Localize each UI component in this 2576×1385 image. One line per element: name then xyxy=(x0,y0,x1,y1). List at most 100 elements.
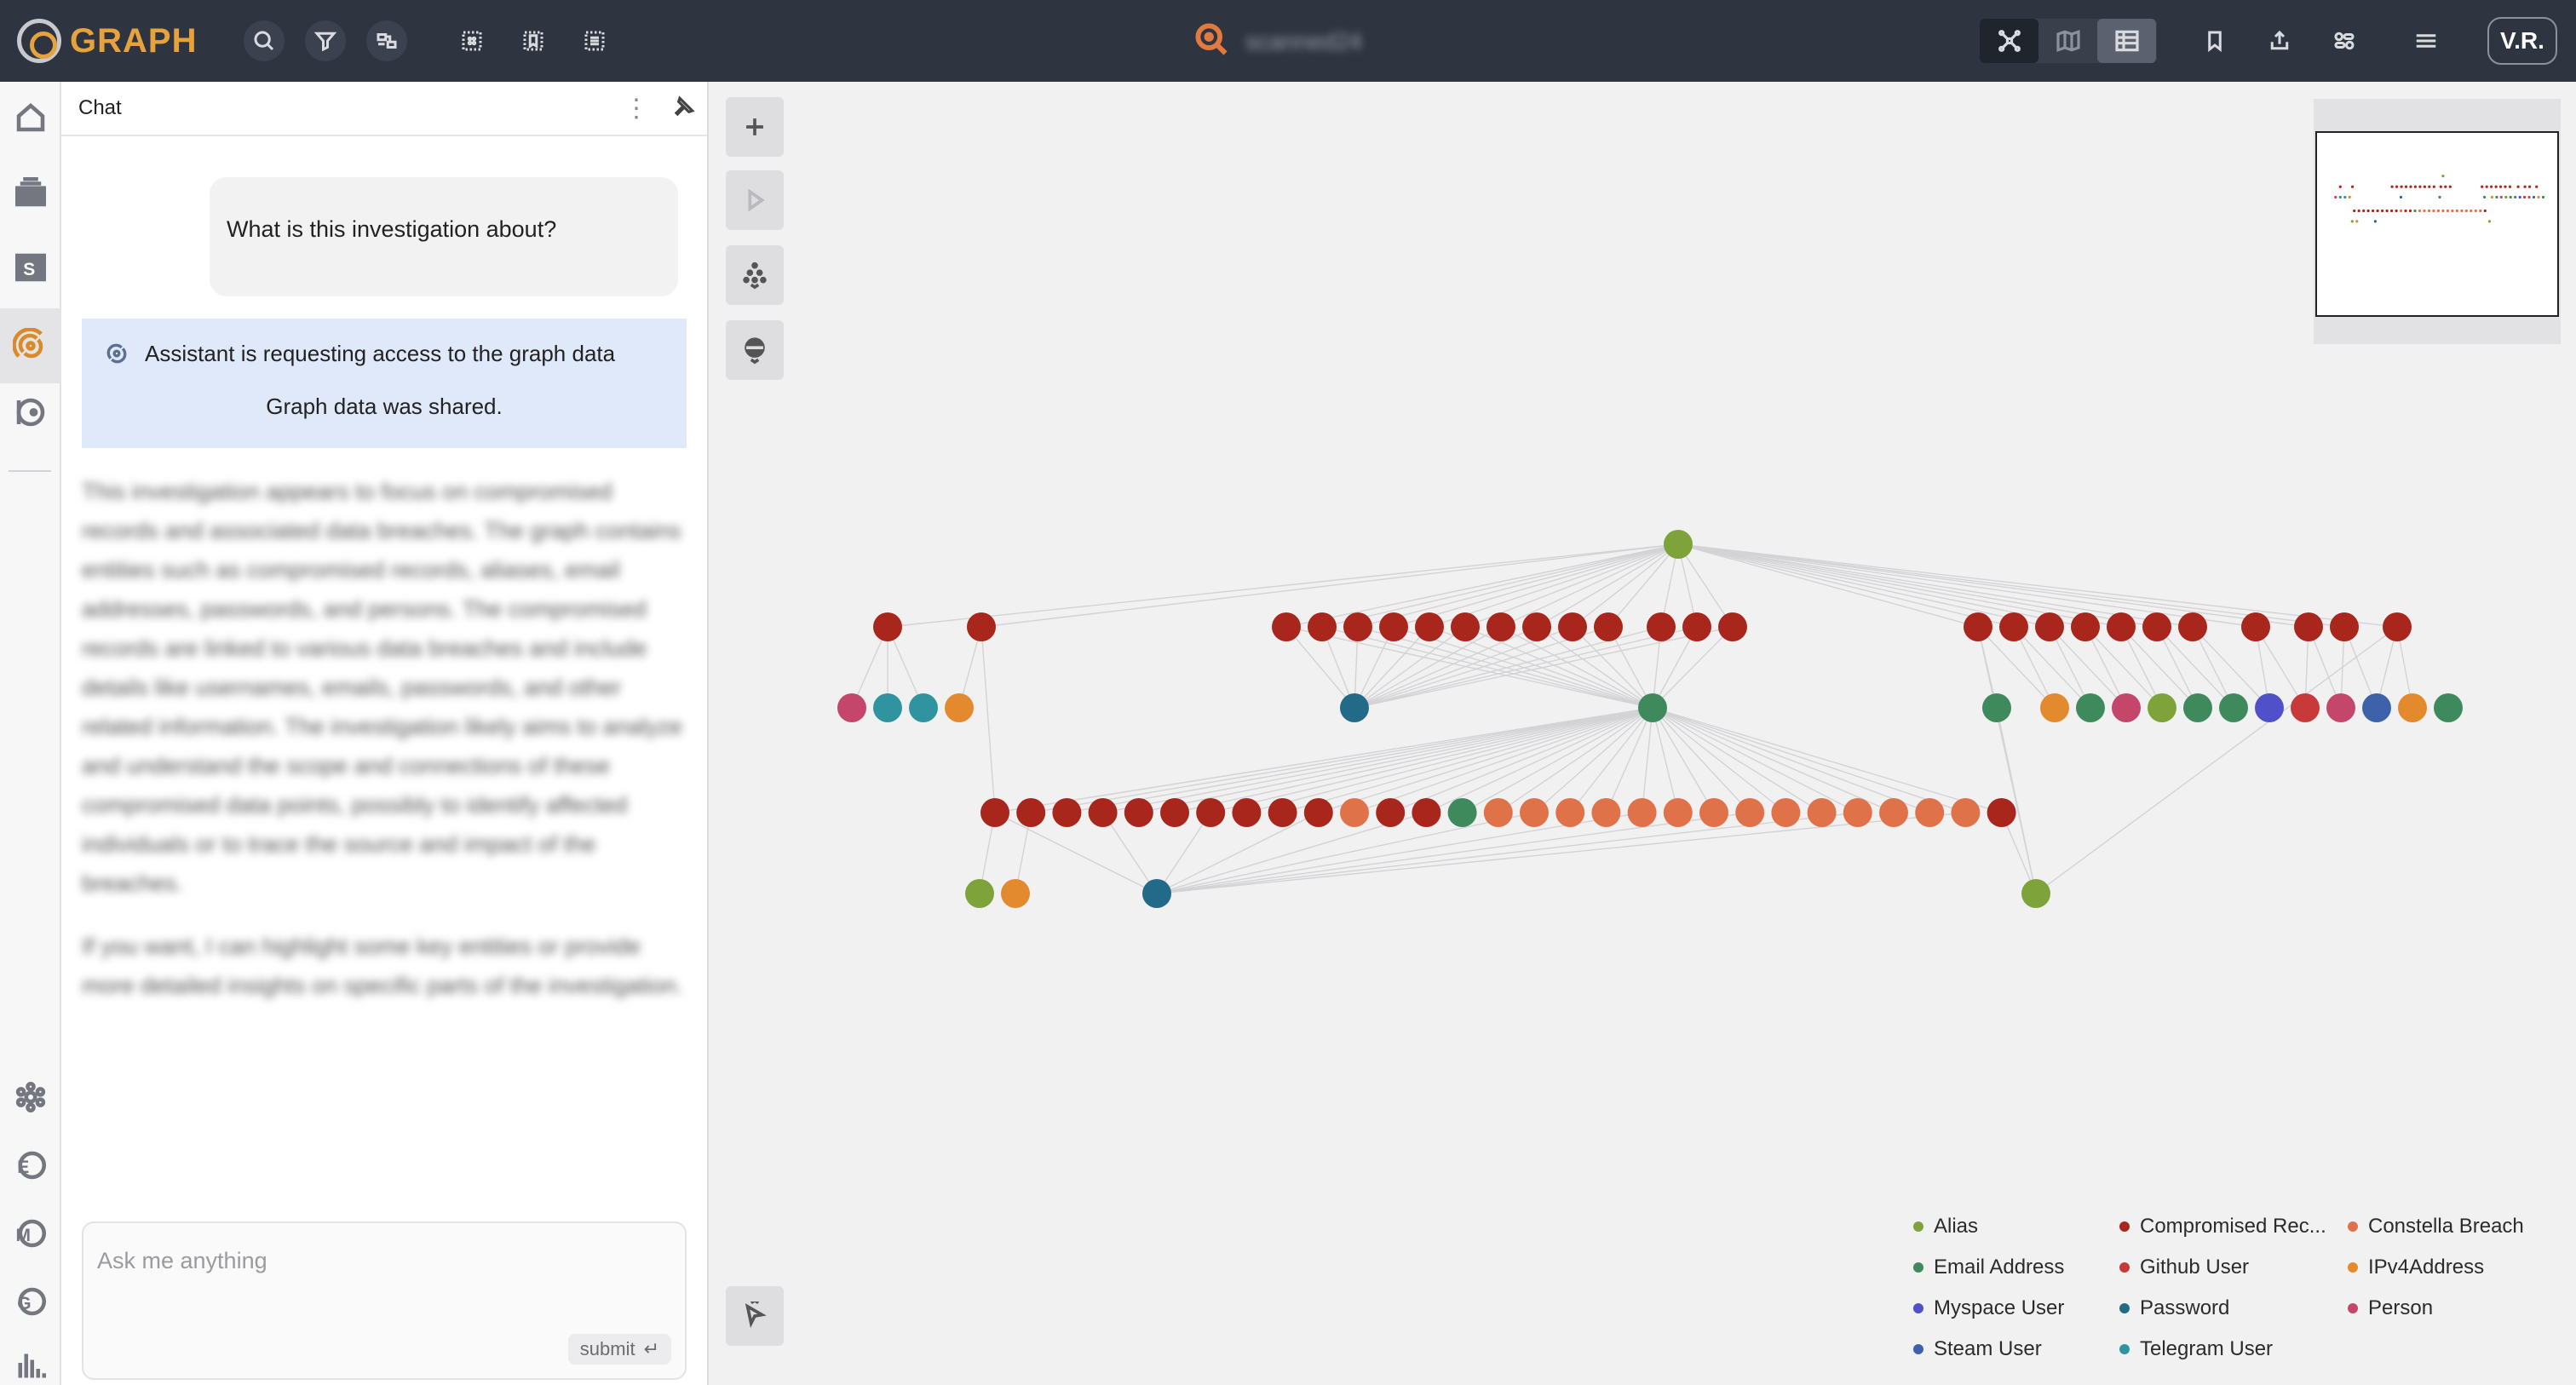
legend-item[interactable]: Alias xyxy=(1913,1215,1978,1238)
rail-m-app[interactable]: M xyxy=(9,1211,53,1256)
graph-node[interactable] xyxy=(1520,798,1549,827)
list-select-button[interactable] xyxy=(574,20,615,61)
graph-node[interactable] xyxy=(1555,798,1585,827)
graph-node[interactable] xyxy=(1964,612,1992,641)
legend-item[interactable]: Person xyxy=(2348,1296,2433,1320)
submit-button[interactable]: submit ↵ xyxy=(567,1334,671,1365)
graph-node[interactable] xyxy=(967,612,996,641)
graph-node[interactable] xyxy=(1522,612,1551,641)
graph-node[interactable] xyxy=(965,879,994,908)
map-view-button[interactable] xyxy=(2038,19,2097,63)
graph-node[interactable] xyxy=(1951,798,1981,827)
graph-node[interactable] xyxy=(1647,612,1676,641)
graph-node[interactable] xyxy=(1142,879,1171,908)
graph-canvas[interactable] xyxy=(709,82,2576,1385)
rail-home[interactable] xyxy=(9,95,53,140)
filter-button[interactable] xyxy=(305,20,346,61)
graph-node[interactable] xyxy=(1843,798,1872,827)
graph-node[interactable] xyxy=(2112,693,2141,722)
graph-node[interactable] xyxy=(2178,612,2207,641)
graph-node[interactable] xyxy=(1718,612,1747,641)
graph-node[interactable] xyxy=(2107,612,2136,641)
graph-node[interactable] xyxy=(1591,798,1621,827)
graph-node[interactable] xyxy=(1638,693,1667,722)
table-view-button[interactable] xyxy=(2097,19,2156,63)
graph-node[interactable] xyxy=(2076,693,2105,722)
app-logo[interactable]: GRAPH xyxy=(17,19,197,63)
graph-node[interactable] xyxy=(1664,530,1693,559)
minimap-viewport[interactable] xyxy=(2315,131,2559,317)
graph-node[interactable] xyxy=(2255,693,2284,722)
graph-node[interactable] xyxy=(2326,693,2355,722)
graph-node[interactable] xyxy=(2383,612,2412,641)
graph-node[interactable] xyxy=(1272,612,1301,641)
graph-node[interactable] xyxy=(1987,798,2016,827)
layout-options-button[interactable] xyxy=(726,245,784,305)
legend-item[interactable]: Email Address xyxy=(1913,1256,2064,1279)
menu-button[interactable] xyxy=(2406,20,2447,61)
graph-node[interactable] xyxy=(1412,798,1441,827)
graph-node[interactable] xyxy=(1807,798,1837,827)
graph-node[interactable] xyxy=(1915,798,1945,827)
graph-node[interactable] xyxy=(1196,798,1226,827)
graph-node[interactable] xyxy=(1160,798,1189,827)
graph-node[interactable] xyxy=(1052,798,1082,827)
legend-item[interactable]: Password xyxy=(2119,1296,2229,1320)
graph-node[interactable] xyxy=(2148,693,2176,722)
graph-node[interactable] xyxy=(1999,612,2028,641)
graph-node[interactable] xyxy=(1447,798,1477,827)
rail-s-app[interactable]: S xyxy=(9,245,53,290)
graph-node[interactable] xyxy=(1340,693,1369,722)
rail-radar[interactable] xyxy=(0,308,61,383)
graph-node[interactable] xyxy=(1594,612,1623,641)
graph-node[interactable] xyxy=(1001,879,1030,908)
more-options-icon[interactable]: ⋮ xyxy=(624,94,649,124)
graph-node[interactable] xyxy=(1340,798,1369,827)
graph-node[interactable] xyxy=(1415,612,1444,641)
graph-node[interactable] xyxy=(1982,693,2011,722)
rail-g-app[interactable]: G xyxy=(9,1279,53,1324)
rail-settings[interactable] xyxy=(9,1075,53,1119)
graph-node[interactable] xyxy=(980,798,1009,827)
graph-node[interactable] xyxy=(2330,612,2359,641)
legend-item[interactable]: Myspace User xyxy=(1913,1296,2064,1320)
legend-item[interactable]: Constella Breach xyxy=(2348,1215,2524,1238)
graph-node[interactable] xyxy=(1682,612,1711,641)
graph-node[interactable] xyxy=(1735,798,1765,827)
graph-node[interactable] xyxy=(1483,798,1513,827)
graph-node[interactable] xyxy=(1486,612,1515,641)
pin-button[interactable] xyxy=(670,94,697,127)
graph-node[interactable] xyxy=(1268,798,1297,827)
rail-timeline[interactable] xyxy=(9,390,53,434)
graph-node[interactable] xyxy=(2362,693,2391,722)
graph-node[interactable] xyxy=(1663,798,1693,827)
chat-input[interactable] xyxy=(97,1235,668,1286)
graph-node[interactable] xyxy=(1451,612,1480,641)
rail-layers[interactable] xyxy=(9,170,53,215)
graph-node[interactable] xyxy=(1558,612,1587,641)
group-options-button[interactable] xyxy=(726,320,784,380)
graph-node[interactable] xyxy=(1627,798,1657,827)
legend-item[interactable]: Github User xyxy=(2119,1256,2249,1279)
select-all-button[interactable] xyxy=(451,20,492,61)
rail-e-app[interactable]: E xyxy=(9,1143,53,1187)
graph-node[interactable] xyxy=(1379,612,1408,641)
graph-node[interactable] xyxy=(2071,612,2100,641)
minimap[interactable] xyxy=(2314,99,2561,344)
graph-view-button[interactable] xyxy=(1980,19,2038,63)
bookmark-select-button[interactable] xyxy=(513,20,554,61)
legend-item[interactable]: Steam User xyxy=(1913,1337,2042,1361)
search-button[interactable] xyxy=(244,20,285,61)
graph-node[interactable] xyxy=(909,693,938,722)
graph-node[interactable] xyxy=(2398,693,2427,722)
play-button[interactable] xyxy=(726,170,784,230)
select-mode-button[interactable] xyxy=(726,1286,784,1346)
legend-item[interactable]: IPv4Address xyxy=(2348,1256,2484,1279)
graph-node[interactable] xyxy=(2021,879,2050,908)
graph-node[interactable] xyxy=(2291,693,2320,722)
graph-node[interactable] xyxy=(2035,612,2064,641)
graph-node[interactable] xyxy=(1699,798,1728,827)
graph-node[interactable] xyxy=(1124,798,1153,827)
rail-chart[interactable] xyxy=(9,1341,53,1385)
graph-node[interactable] xyxy=(1376,798,1406,827)
